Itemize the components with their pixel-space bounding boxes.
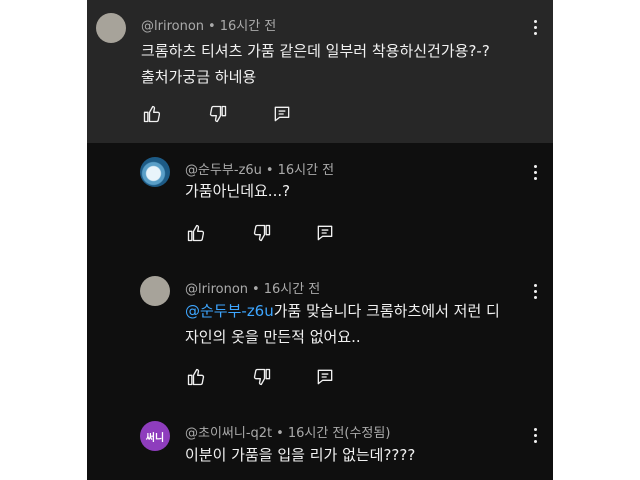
- comment-time: 16시간 전: [263, 282, 321, 297]
- avatar[interactable]: [140, 157, 170, 187]
- comment-text: @순두부-z6u가품 맞습니다 크롬하츠에서 저런 디 자인의 옷을 만든적 없…: [185, 298, 525, 350]
- avatar[interactable]: [140, 276, 170, 306]
- reply-icon[interactable]: [270, 102, 294, 126]
- more-vert-icon[interactable]: [529, 426, 541, 446]
- comment-text: 크롬하츠 티셔츠 가품 같은데 일부러 착용하신건가용?-? 출처가궁금 하네용: [141, 38, 531, 90]
- avatar[interactable]: 써니: [140, 421, 170, 451]
- mention-link[interactable]: @순두부-z6u: [185, 302, 274, 320]
- comment-text: 가품아닌데요...?: [185, 178, 525, 204]
- comment-meta: @순두부-z6u • 16시간 전: [185, 159, 334, 178]
- comment-author[interactable]: @순두부-z6u: [185, 163, 262, 178]
- comment-author[interactable]: @lrironon: [141, 19, 204, 34]
- comments-panel: @lrironon • 16시간 전 크롬하츠 티셔츠 가품 같은데 일부러 착용하…: [87, 0, 553, 480]
- comment-meta: @lrironon • 16시간 전: [141, 15, 276, 34]
- comment-time: 16시간 전: [277, 163, 335, 178]
- comment-author[interactable]: @초이써니-q2t: [185, 426, 272, 441]
- more-vert-icon[interactable]: [529, 282, 541, 302]
- thumbs-up-icon[interactable]: [184, 221, 208, 245]
- comment-text: 이분이 가품을 입을 리가 없는데????: [185, 442, 525, 468]
- comment-time: 16시간 전: [219, 19, 277, 34]
- thumbs-down-icon[interactable]: [250, 365, 274, 389]
- comment-time: 16시간 전(수정됨): [287, 426, 391, 441]
- thumbs-down-icon[interactable]: [250, 221, 274, 245]
- thumbs-up-icon[interactable]: [140, 102, 164, 126]
- comment-text-line: 자인의 옷을 만든적 없어요..: [185, 328, 361, 346]
- more-vert-icon[interactable]: [529, 18, 541, 38]
- comment-meta: @초이써니-q2t • 16시간 전(수정됨): [185, 422, 390, 441]
- comment-text-line: 가품아닌데요...?: [185, 182, 291, 200]
- avatar[interactable]: [96, 13, 126, 43]
- meta-separator: •: [276, 426, 284, 441]
- meta-separator: •: [208, 19, 216, 34]
- thumbs-up-icon[interactable]: [184, 365, 208, 389]
- comment-text-line: 이분이 가품을 입을 리가 없는데????: [185, 446, 416, 464]
- comment-text-line: @순두부-z6u가품 맞습니다 크롬하츠에서 저런 디: [185, 298, 525, 324]
- comment-author[interactable]: @lrironon: [185, 282, 248, 297]
- comment-text-fragment: 가품 맞습니다 크롬하츠에서 저런 디: [273, 302, 500, 320]
- comment-meta: @lrironon • 16시간 전: [185, 278, 320, 297]
- reply-icon[interactable]: [313, 365, 337, 389]
- comment-text-line: 출처가궁금 하네용: [141, 68, 257, 86]
- more-vert-icon[interactable]: [529, 163, 541, 183]
- thumbs-down-icon[interactable]: [206, 102, 230, 126]
- meta-separator: •: [252, 282, 260, 297]
- comment-text-line: 크롬하츠 티셔츠 가품 같은데 일부러 착용하신건가용?-?: [141, 42, 490, 60]
- meta-separator: •: [265, 163, 274, 178]
- reply-icon[interactable]: [313, 221, 337, 245]
